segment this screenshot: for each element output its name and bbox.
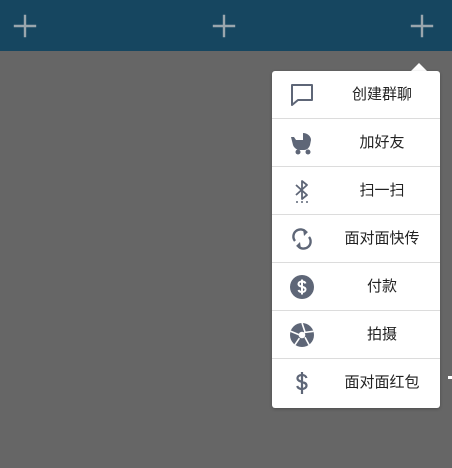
dollar-sign-icon bbox=[289, 370, 315, 396]
menu-item-label: 面对面红包 bbox=[344, 373, 420, 391]
menu-item-label: 拍摄 bbox=[366, 325, 397, 343]
menu-item-create-group-chat[interactable]: 创建群聊 bbox=[272, 71, 440, 119]
dollar-circle-icon bbox=[289, 274, 315, 300]
baby-stroller-icon bbox=[289, 130, 315, 156]
plus-icon[interactable] bbox=[12, 13, 38, 39]
bluetooth-icon bbox=[289, 178, 315, 204]
camera-aperture-icon bbox=[289, 322, 315, 348]
menu-item-label: 扫一扫 bbox=[359, 181, 405, 199]
menu-item-label: 创建群聊 bbox=[351, 85, 412, 103]
plus-icon bbox=[410, 14, 434, 38]
add-menu-button[interactable] bbox=[409, 13, 435, 39]
menu-item-shoot[interactable]: 拍摄 bbox=[272, 311, 440, 359]
menu-item-face-to-face-transfer[interactable]: 面对面快传 bbox=[272, 215, 440, 263]
plus-icon[interactable] bbox=[211, 13, 237, 39]
menu-item-label: 付款 bbox=[366, 277, 397, 295]
menu-item-red-packet[interactable]: 面对面红包 bbox=[272, 359, 440, 406]
chat-bubble-icon bbox=[289, 82, 315, 108]
add-dropdown-menu: 创建群聊 加好友 扫一扫 面对面快传 付款 拍摄 面对面红包 bbox=[272, 71, 440, 408]
menu-item-add-friend[interactable]: 加好友 bbox=[272, 119, 440, 167]
menu-item-scan[interactable]: 扫一扫 bbox=[272, 167, 440, 215]
edge-indicator bbox=[448, 376, 452, 379]
menu-item-label: 加好友 bbox=[359, 133, 405, 151]
sync-arrows-icon bbox=[289, 226, 315, 252]
menu-item-label: 面对面快传 bbox=[344, 229, 420, 247]
menu-item-payment[interactable]: 付款 bbox=[272, 263, 440, 311]
top-navigation-bar bbox=[0, 0, 452, 51]
